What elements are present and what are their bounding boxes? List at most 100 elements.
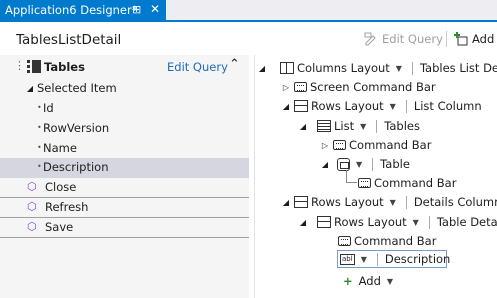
collapsed-triangle-icon[interactable]: ▷ <box>320 141 330 150</box>
node-label: Rows Layout <box>311 99 384 113</box>
command-bar-icon <box>358 178 371 188</box>
expanded-triangle-icon[interactable]: ◢ <box>320 160 330 169</box>
method-label: Close <box>45 180 77 194</box>
tree-connector <box>346 170 357 183</box>
tab-title: Application6 Designer* <box>5 3 138 17</box>
tree-node-rows-layout[interactable]: ◢ Rows Layout ▼ List Column <box>281 96 482 116</box>
add-label: Add <box>472 32 495 46</box>
panel-divider <box>254 55 255 298</box>
method-item[interactable]: ⬡ Save <box>0 218 249 238</box>
separator <box>372 157 374 171</box>
edit-query-button[interactable]: Edit Query <box>364 30 443 48</box>
tables-group-header[interactable]: ⋮ Tables Edit Query ⌃ <box>0 56 249 78</box>
expanded-triangle-icon[interactable]: ◢ <box>257 64 267 73</box>
expanded-triangle-icon[interactable]: ◢ <box>281 102 291 111</box>
node-label: Screen Command Bar <box>310 80 436 94</box>
field-label: Description <box>43 160 109 174</box>
tree-node-screen-command-bar[interactable]: ▷ Screen Command Bar <box>281 77 436 97</box>
bullet-icon: • <box>37 143 42 152</box>
page-title: TablesListDetail <box>16 32 122 48</box>
add-node-label: Add <box>358 274 381 288</box>
dropdown-arrow-icon[interactable]: ▼ <box>396 64 402 73</box>
expanded-triangle-icon[interactable]: ◢ <box>298 218 308 227</box>
dropdown-arrow-icon[interactable]: ▼ <box>390 102 396 111</box>
node-label: Rows Layout <box>311 195 384 209</box>
tree-node-list[interactable]: ◢ List ▼ Tables <box>298 116 420 136</box>
collection-icon <box>27 60 41 73</box>
columns-layout-icon <box>280 62 294 74</box>
add-icon <box>454 32 468 46</box>
dropdown-arrow-icon[interactable]: ▼ <box>356 160 362 169</box>
collapsed-triangle-icon[interactable]: ▷ <box>281 83 291 92</box>
tree-node-command-bar[interactable]: Command Bar <box>338 231 436 251</box>
node-label: List <box>334 119 355 133</box>
node-value[interactable]: Tables List Detail <box>420 61 497 75</box>
tree-node-rows-layout[interactable]: ◢ Rows Layout ▼ Details Column <box>281 192 497 212</box>
method-icon: ⬡ <box>27 200 37 213</box>
separator <box>405 195 407 209</box>
list-icon <box>317 120 331 132</box>
textbox-icon: abl <box>340 253 355 265</box>
field-item[interactable]: • Name <box>0 139 249 159</box>
plus-icon: + <box>343 274 353 288</box>
node-value[interactable]: Tables <box>384 119 420 133</box>
tree-node-command-bar[interactable]: Command Bar <box>358 173 456 193</box>
command-bar-icon <box>333 140 346 150</box>
separator <box>376 252 378 266</box>
toolbar-separator <box>446 31 447 47</box>
expanded-triangle-icon[interactable]: ◢ <box>25 84 35 93</box>
node-value[interactable]: Table <box>380 157 410 171</box>
node-label: Command Bar <box>354 234 437 248</box>
expanded-triangle-icon[interactable]: ◢ <box>298 122 308 131</box>
method-item[interactable]: ⬡ Close <box>0 178 249 198</box>
tree-node-columns-layout[interactable]: ◢ Columns Layout ▼ Tables List Detail <box>257 58 497 78</box>
dropdown-arrow-icon[interactable]: ▼ <box>387 277 393 286</box>
separator <box>405 99 407 113</box>
chevron-up-icon[interactable]: ⌃ <box>229 57 240 72</box>
command-bar-icon <box>294 82 307 92</box>
rows-layout-icon <box>317 216 331 228</box>
tree-node-description[interactable]: abl ▼ Description <box>340 249 450 269</box>
bullet-icon: • <box>37 162 42 171</box>
edit-query-icon <box>364 32 376 46</box>
field-label: RowVersion <box>43 121 110 135</box>
tree-node-table[interactable]: ◢ ▼ Table <box>320 154 410 174</box>
close-icon[interactable]: ✕ <box>150 2 160 16</box>
tables-group-title: Tables <box>44 60 85 74</box>
dropdown-arrow-icon[interactable]: ▼ <box>361 255 367 264</box>
node-label: Command Bar <box>349 138 432 152</box>
field-label: Id <box>43 101 54 115</box>
node-label: Command Bar <box>374 176 457 190</box>
node-value[interactable]: Description <box>385 252 451 266</box>
drag-handle-icon[interactable]: ⋮ <box>14 59 25 72</box>
node-label: Columns Layout <box>297 61 390 75</box>
edit-query-label: Edit Query <box>382 32 443 46</box>
left-edit-query-link[interactable]: Edit Query <box>167 60 228 74</box>
add-button[interactable]: Add <box>454 30 494 48</box>
tree-node-rows-layout[interactable]: ◢ Rows Layout ▼ Table Details <box>298 212 497 232</box>
field-item-selected[interactable]: • Description <box>0 158 249 178</box>
field-item[interactable]: • Id <box>0 99 249 119</box>
selected-item-label: Selected Item <box>37 81 117 95</box>
field-item[interactable]: • RowVersion <box>0 119 249 139</box>
method-icon: ⬡ <box>27 180 37 193</box>
dropdown-arrow-icon[interactable]: ▼ <box>390 198 396 207</box>
rows-layout-icon <box>294 100 308 112</box>
selected-item-node[interactable]: ◢ Selected Item <box>0 79 249 99</box>
node-value[interactable]: Table Details <box>437 215 497 229</box>
separator <box>376 119 378 133</box>
method-label: Save <box>45 220 74 234</box>
method-item[interactable]: ⬡ Refresh <box>0 198 249 218</box>
dropdown-arrow-icon[interactable]: ▼ <box>413 218 419 227</box>
node-value[interactable]: Details Column <box>414 195 497 209</box>
bullet-icon: • <box>37 103 42 112</box>
pin-icon[interactable]: ⊞ <box>132 3 141 16</box>
node-value[interactable]: List Column <box>414 99 482 113</box>
tab-application-designer[interactable]: Application6 Designer* ⊞ ✕ <box>0 0 166 22</box>
tree-add-button[interactable]: + Add ▼ <box>343 271 396 291</box>
separator <box>411 61 413 75</box>
dropdown-arrow-icon[interactable]: ▼ <box>360 122 366 131</box>
expanded-triangle-icon[interactable]: ◢ <box>281 198 291 207</box>
tree-node-command-bar[interactable]: ▷ Command Bar <box>320 135 432 155</box>
separator <box>428 215 430 229</box>
